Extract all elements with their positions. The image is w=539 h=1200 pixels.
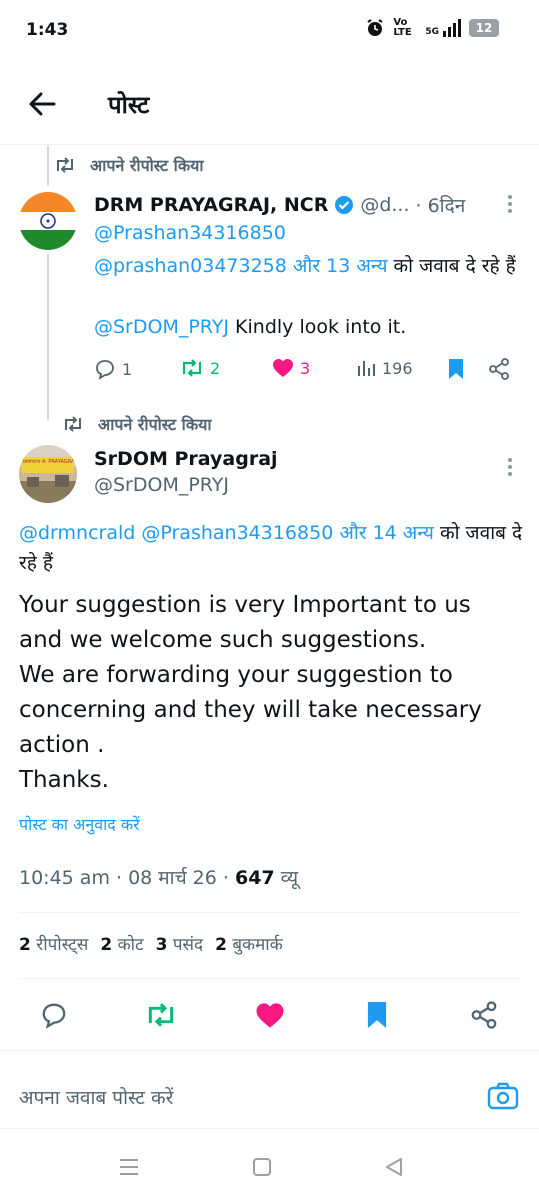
nav-back-icon[interactable] (384, 1156, 404, 1178)
translate-link[interactable]: पोस्ट का अनुवाद करें (19, 813, 140, 835)
alarm-icon (365, 18, 385, 38)
avatar-sign-text: प्रयागराज जं. PRAYAGRAJ JN. (23, 459, 73, 465)
reply-icon[interactable] (40, 1001, 68, 1029)
repost-label: आपने रीपोस्ट किया (98, 415, 212, 434)
repost-icon (180, 358, 204, 378)
like-button[interactable]: 3 (272, 358, 310, 378)
avatar[interactable] (19, 192, 77, 250)
reply-input[interactable]: अपना जवाब पोस्ट करें (19, 1084, 459, 1110)
nav-home-icon[interactable] (252, 1157, 272, 1177)
reply-to-line: @prashan03473258 और 13 अन्य को जवाब दे र… (94, 252, 524, 280)
quotes-count[interactable]: 2 कोट (100, 932, 143, 955)
verified-badge-icon (334, 195, 354, 215)
views-button[interactable]: 196 (356, 358, 413, 378)
author-handle: @d... (360, 194, 410, 216)
views-count: 196 (382, 358, 413, 378)
status-time: 1:43 (26, 20, 69, 40)
author-name[interactable]: DRM PRAYAGRAJ, NCR (94, 194, 328, 216)
main-author-handle: @SrDOM_PRYJ (94, 474, 230, 496)
reply-count: 1 (122, 359, 133, 379)
bookmark-icon[interactable] (364, 1000, 390, 1030)
body-line: concerning and they will take necessary (19, 697, 482, 723)
parent-body: @SrDOM_PRYJ Kindly look into it. (94, 316, 406, 338)
main-post-body: Your suggestion is very Important to us … (19, 588, 529, 798)
repost-label: आपने रीपोस्ट किया (90, 156, 204, 175)
views-count: 647 (234, 867, 275, 889)
reply-to-mention[interactable]: @prashan03473258 और 13 अन्य (94, 255, 388, 277)
divider (19, 912, 521, 913)
divider (0, 1050, 539, 1051)
like-count: 3 (300, 358, 311, 378)
share-icon[interactable] (469, 1000, 499, 1030)
more-options-icon[interactable] (506, 195, 514, 213)
reply-button[interactable]: 1 (94, 358, 132, 380)
parent-repost-indicator: आपने रीपोस्ट किया (54, 154, 204, 176)
main-author-name[interactable]: SrDOM Prayagraj (94, 448, 278, 470)
bookmarks-count[interactable]: 2 बुकमार्क (215, 932, 283, 955)
signal-icon: 5G (425, 19, 461, 37)
divider (0, 1128, 539, 1129)
divider (19, 978, 521, 979)
header-divider (0, 144, 539, 145)
main-reply-to-line: @drmncrald @Prashan34316850 और 14 अन्य क… (19, 518, 539, 578)
bookmark-icon[interactable] (446, 358, 466, 380)
camera-icon[interactable] (487, 1081, 519, 1111)
status-icons: Vo LTE 5G 12 (365, 18, 499, 38)
more-options-icon[interactable] (506, 458, 514, 476)
share-icon[interactable] (487, 357, 511, 381)
avatar[interactable]: प्रयागराज जं. PRAYAGRAJ JN. (19, 445, 77, 503)
body-line: Your suggestion is very Important to us (19, 592, 471, 618)
repost-icon (54, 156, 76, 174)
thread-line-top (47, 146, 49, 186)
reply-to-suffix: को जवाब दे रहे हैं (387, 255, 516, 277)
thread-line-mid (47, 254, 49, 420)
repost-icon[interactable] (145, 1001, 177, 1029)
body-line: and we welcome such suggestions. (19, 627, 427, 653)
body-mention[interactable]: @SrDOM_PRYJ (94, 316, 229, 338)
parent-author-row[interactable]: DRM PRAYAGRAJ, NCR @d... · 6दिन (94, 192, 465, 218)
body-line: We are forwarding your suggestion to (19, 662, 453, 688)
main-repost-indicator: आपने रीपोस्ट किया (62, 413, 212, 435)
like-icon[interactable] (255, 1002, 285, 1029)
page-title: पोस्ट (108, 91, 150, 119)
body-line: action . (19, 732, 105, 758)
repost-button[interactable]: 2 (180, 358, 220, 378)
back-arrow-icon[interactable] (26, 88, 58, 120)
post-timestamp: 10:45 am · 08 मार्च 26 · 647 व्यू (19, 867, 299, 889)
volte-indicator: Vo LTE (393, 17, 412, 38)
body-text: Kindly look into it. (229, 316, 407, 338)
views-icon (356, 358, 376, 378)
likes-count[interactable]: 3 पसंद (156, 932, 203, 955)
post-time: · 6दिन (415, 195, 466, 217)
repost-icon (62, 415, 84, 433)
mention-line[interactable]: @Prashan34316850 (94, 222, 286, 244)
reply-icon (94, 358, 116, 380)
body-line: Thanks. (19, 767, 109, 793)
like-icon (272, 358, 294, 378)
repost-count: 2 (210, 358, 221, 378)
nav-menu-icon[interactable] (118, 1158, 140, 1176)
engagement-counts: 2 रीपोस्ट्स 2 कोट 3 पसंद 2 बुकमार्क (19, 932, 283, 955)
reply-to-mention[interactable]: @drmncrald @Prashan34316850 और 14 अन्य (19, 522, 434, 544)
reposts-count[interactable]: 2 रीपोस्ट्स (19, 932, 88, 955)
battery-indicator: 12 (469, 19, 499, 37)
